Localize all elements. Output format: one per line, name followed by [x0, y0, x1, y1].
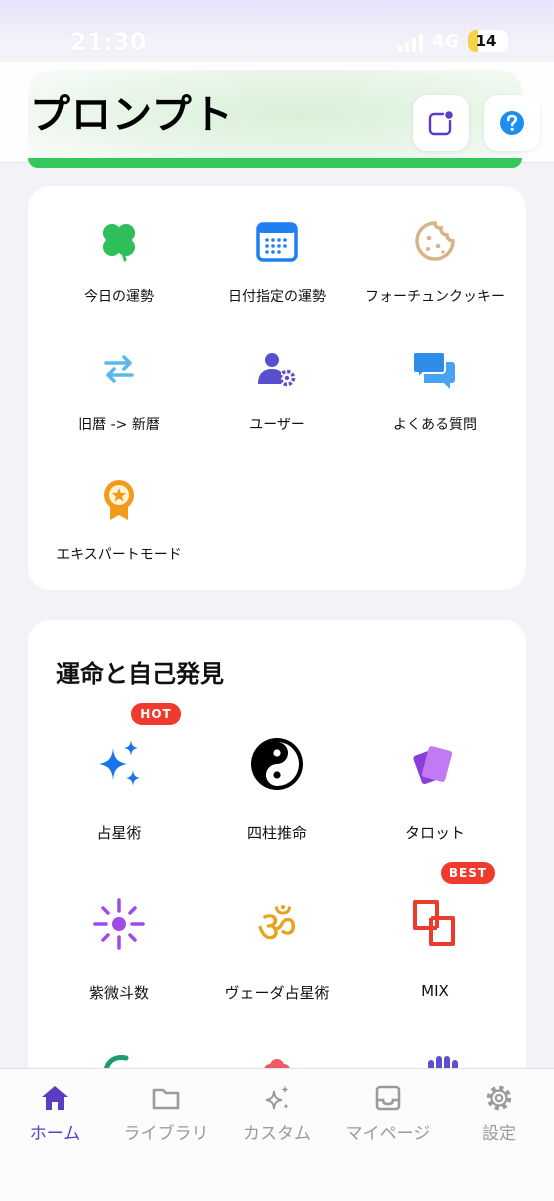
- yin-yang-icon: [251, 738, 303, 790]
- chat-bubbles-icon: [412, 351, 455, 389]
- hot-badge: HOT: [131, 703, 181, 725]
- tab-library[interactable]: ライブラリ: [111, 1083, 221, 1144]
- tool-label: 今日の運勢: [84, 289, 154, 305]
- page-title: プロンプト: [30, 92, 234, 138]
- overlap-squares-icon: [413, 900, 455, 946]
- feature-label: ヴェーダ占星術: [224, 984, 330, 1002]
- bottom-tab-bar: ホーム ライブラリ カスタム マイページ 設定: [0, 1068, 554, 1201]
- tool-label: エキスパートモード: [56, 547, 182, 563]
- tab-custom[interactable]: カスタム: [222, 1083, 332, 1144]
- battery-level: 14: [475, 32, 497, 50]
- tab-mypage[interactable]: マイページ: [333, 1083, 443, 1144]
- tool-label: よくある質問: [393, 417, 477, 433]
- help-icon: [500, 111, 524, 135]
- tab-home[interactable]: ホーム: [0, 1083, 110, 1144]
- feature-label: MIX: [421, 982, 449, 1000]
- om-icon: ॐ: [257, 902, 297, 952]
- medal-icon: [104, 480, 134, 520]
- tool-label: フォーチュンクッキー: [365, 289, 505, 305]
- star-burst-icon: [93, 898, 145, 950]
- svg-text:ॐ: ॐ: [257, 902, 297, 952]
- feature-label: タロット: [404, 824, 465, 842]
- user-settings-icon: [258, 353, 296, 387]
- sparkles-icon: [99, 740, 140, 786]
- tool-label: 日付指定の運勢: [228, 289, 326, 305]
- clover-icon: [103, 224, 135, 262]
- cookie-icon: [415, 221, 455, 261]
- notification-button[interactable]: [413, 95, 469, 151]
- swap-arrows-icon: [104, 355, 134, 383]
- inbox-icon: [375, 1085, 401, 1111]
- tab-settings[interactable]: 設定: [444, 1083, 554, 1144]
- feature-label: 紫微斗数: [88, 984, 149, 1002]
- status-bar: 21:30 4G 14: [0, 22, 554, 62]
- notification-dot-icon: [428, 109, 455, 136]
- tab-label: カスタム: [243, 1124, 311, 1144]
- tab-label: ホーム: [29, 1124, 81, 1144]
- gear-icon: [486, 1085, 512, 1111]
- tab-label: 設定: [482, 1124, 516, 1144]
- header-accent-strip: [28, 158, 522, 168]
- battery-icon: 14: [468, 30, 508, 52]
- tool-label: ユーザー: [249, 417, 305, 433]
- tool-label: 旧暦 -> 新暦: [78, 417, 160, 433]
- home-icon: [42, 1086, 68, 1110]
- best-badge: BEST: [441, 862, 495, 884]
- status-time: 21:30: [70, 28, 147, 56]
- tools-card: 今日の運勢 日付指定の運勢 フォーチュンクッキー 旧暦 -> 新暦 ユーザー よ…: [28, 186, 526, 590]
- sparkle-icon: [265, 1085, 289, 1110]
- feature-label: 四柱推命: [246, 824, 307, 842]
- section-title: 運命と自己発見: [56, 660, 224, 688]
- tab-label: ライブラリ: [123, 1124, 209, 1144]
- folder-icon: [152, 1088, 180, 1110]
- calendar-icon: [256, 222, 298, 262]
- help-button[interactable]: [484, 95, 540, 151]
- network-type: 4G: [432, 31, 460, 52]
- feature-label: 占星術: [96, 824, 142, 842]
- destiny-card: 運命と自己発見 HOT 占星術 四柱推命 タロット 紫微斗数 ॐ ヴェーダ占星術…: [28, 620, 526, 1090]
- cards-icon: [413, 746, 453, 785]
- signal-icon: [398, 34, 426, 52]
- tab-label: マイページ: [345, 1124, 431, 1144]
